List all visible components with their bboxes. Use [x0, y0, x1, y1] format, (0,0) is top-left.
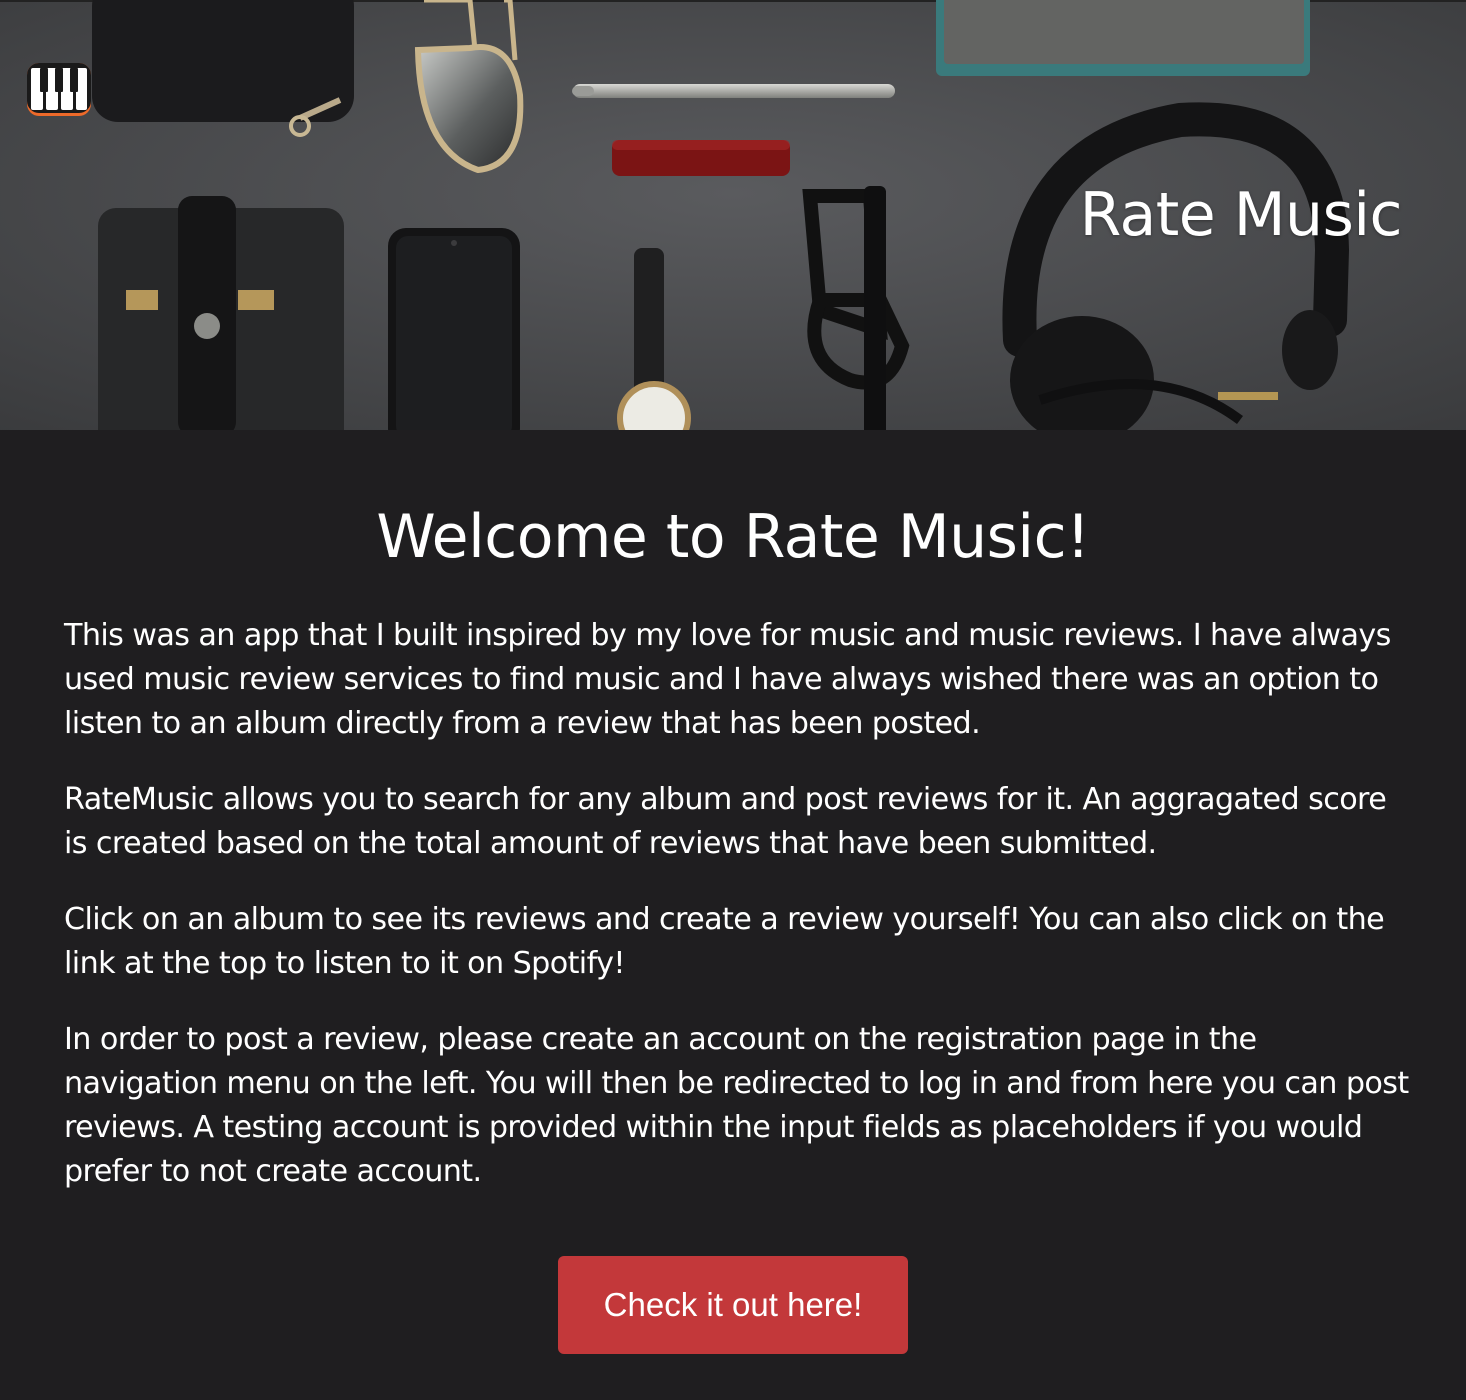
main-content: Welcome to Rate Music! This was an app t… — [0, 430, 1466, 1400]
welcome-heading: Welcome to Rate Music! — [376, 502, 1090, 572]
intro-paragraph: This was an app that I built inspired by… — [64, 618, 1391, 741]
hero-title: Rate Music — [1079, 180, 1403, 250]
page: Rate Music Welcome to Rate Music! This w… — [0, 0, 1466, 1400]
piano-keys-icon[interactable] — [26, 62, 92, 118]
check-it-out-button[interactable]: Check it out here! — [558, 1256, 908, 1354]
hero-banner: Rate Music — [0, 0, 1466, 430]
account-paragraph: In order to post a review, please create… — [64, 1022, 1409, 1189]
usage-paragraph: Click on an album to see its reviews and… — [64, 902, 1385, 981]
features-paragraph: RateMusic allows you to search for any a… — [64, 782, 1387, 861]
